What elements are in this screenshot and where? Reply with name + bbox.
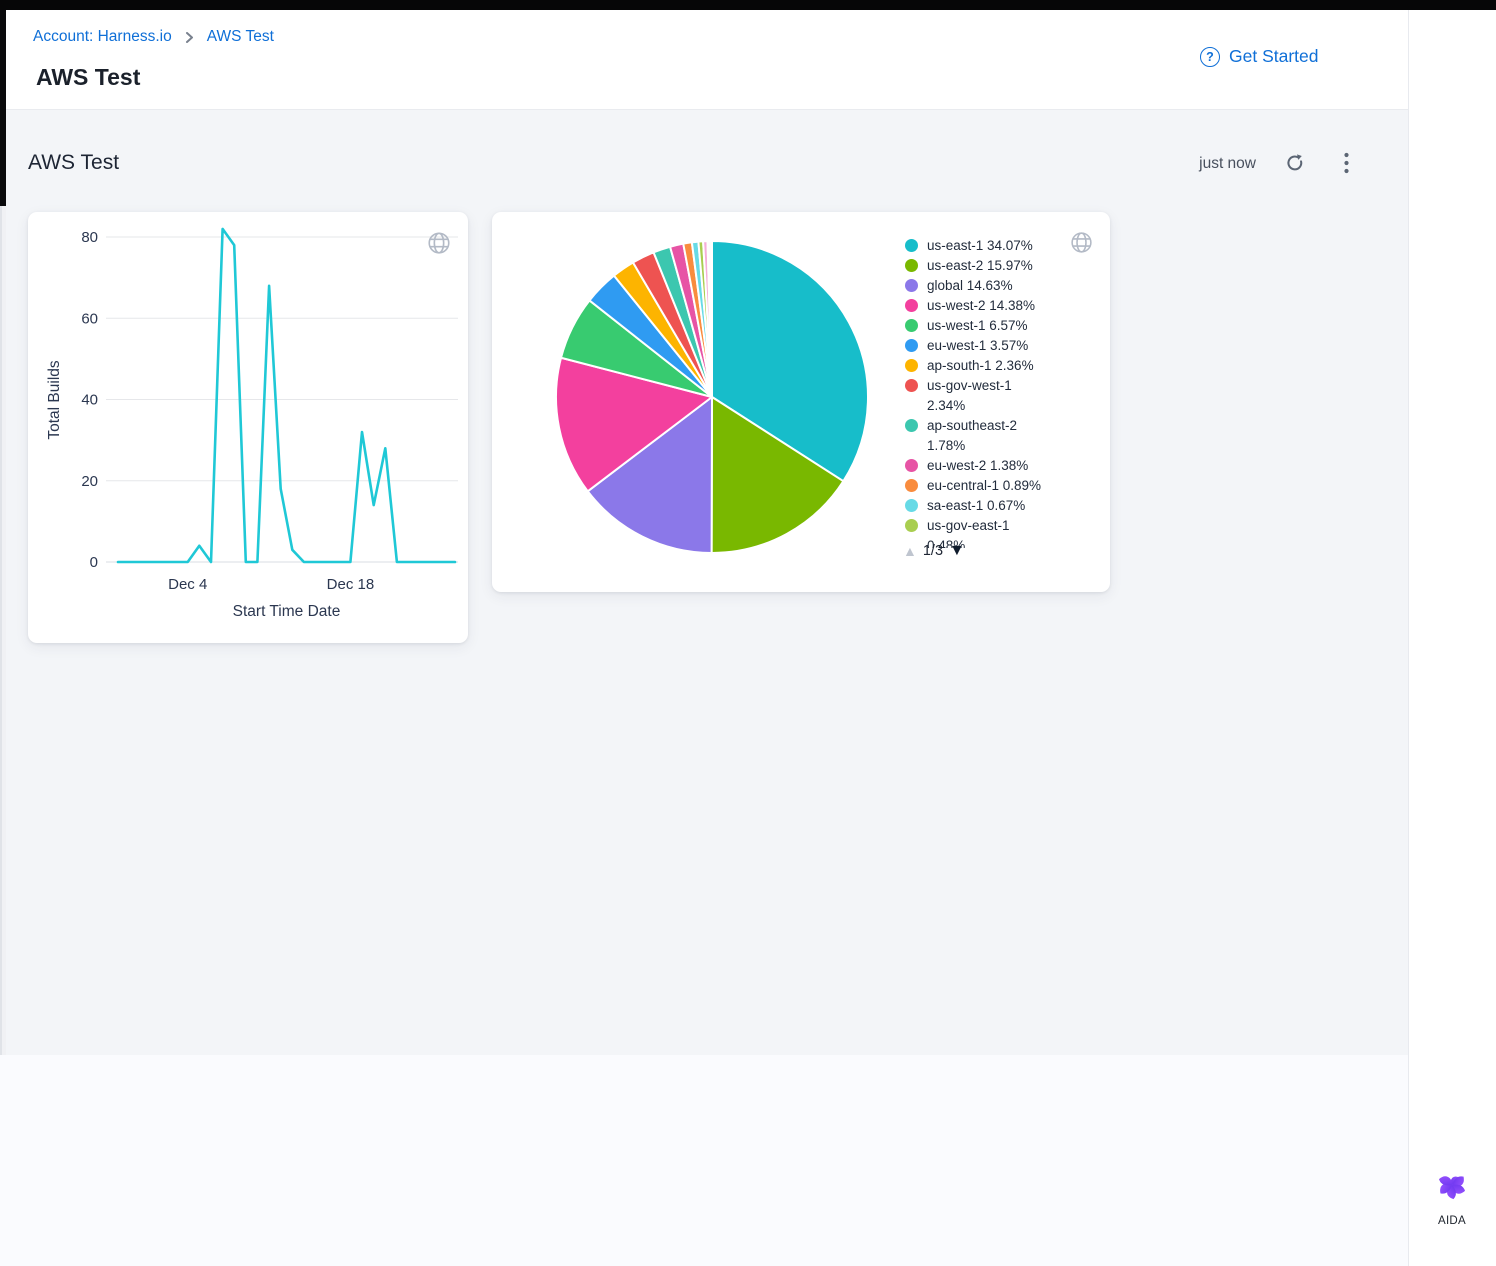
x-tick-label: Dec 4 <box>168 576 207 593</box>
legend-label: eu-west-1 3.57% <box>927 336 1043 356</box>
legend-label: ap-south-1 2.36% <box>927 356 1043 376</box>
canvas-bottom-area <box>0 1055 1408 1266</box>
dashboard-title: AWS Test <box>28 151 119 175</box>
legend-swatch <box>905 339 918 352</box>
legend-item-eu-west-1[interactable]: eu-west-1 3.57% <box>905 336 1045 356</box>
y-tick-label: 0 <box>90 554 98 571</box>
aida-launcher[interactable]: AIDA <box>1408 1166 1496 1227</box>
legend-item-us-gov-west-1[interactable]: us-gov-west-1 2.34% <box>905 376 1045 416</box>
aida-flower-icon <box>1433 1166 1471 1209</box>
legend-swatch <box>905 359 918 372</box>
breadcrumb-current-link[interactable]: AWS Test <box>207 28 274 46</box>
legend-swatch <box>905 519 918 532</box>
legend-swatch <box>905 499 918 512</box>
legend-pagination: ▲ 1/3 ▼ <box>903 542 965 560</box>
total-builds-line-chart[interactable]: 0 20 40 60 80 Dec 4 Dec 18 Start Time Date Total… <box>28 212 468 643</box>
y-tick-label: 20 <box>81 473 98 490</box>
globe-icon[interactable] <box>426 230 452 261</box>
legend-item-us-west-1[interactable]: us-west-1 6.57% <box>905 316 1045 336</box>
legend-swatch <box>905 259 918 272</box>
legend-page-label: 1/3 <box>923 543 943 559</box>
legend-swatch <box>905 239 918 252</box>
legend-label: ap-southeast-2 1.78% <box>927 416 1043 456</box>
legend-label: us-west-1 6.57% <box>927 316 1043 336</box>
legend-item-sa-east-1[interactable]: sa-east-1 0.67% <box>905 496 1045 516</box>
page-title: AWS Test <box>36 64 140 91</box>
legend-page-down-icon[interactable]: ▼ <box>949 542 965 560</box>
browser-top-bar <box>0 0 1496 10</box>
left-edge-divider <box>0 206 2 1055</box>
legend-item-global[interactable]: global 14.63% <box>905 276 1045 296</box>
refresh-button[interactable] <box>1283 152 1307 176</box>
legend-swatch <box>905 459 918 472</box>
chevron-right-icon <box>184 32 195 43</box>
x-axis-title: Start Time Date <box>233 603 341 620</box>
y-axis-title: Total Builds <box>46 360 63 440</box>
breadcrumb-account-link[interactable]: Account: Harness.io <box>33 28 172 46</box>
globe-icon[interactable] <box>1069 230 1094 260</box>
legend-label: us-gov-west-1 2.34% <box>927 376 1043 416</box>
legend-item-us-east-2[interactable]: us-east-2 15.97% <box>905 256 1045 276</box>
kebab-menu-icon <box>1344 152 1349 177</box>
legend-swatch <box>905 279 918 292</box>
legend-label: us-west-2 14.38% <box>927 296 1043 316</box>
dashboard-menu-button[interactable] <box>1334 152 1358 176</box>
legend-swatch <box>905 419 918 432</box>
legend-page-up-icon[interactable]: ▲ <box>903 543 917 559</box>
dashboard-controls: just now <box>1199 152 1358 176</box>
legend-item-ap-south-1[interactable]: ap-south-1 2.36% <box>905 356 1045 376</box>
help-circle-icon: ? <box>1200 47 1220 67</box>
y-tick-label: 60 <box>81 310 98 327</box>
get-started-link[interactable]: ? Get Started <box>1200 46 1319 67</box>
legend-item-eu-west-2[interactable]: eu-west-2 1.38% <box>905 456 1045 476</box>
right-rail <box>1408 10 1496 1266</box>
legend-item-eu-central-1[interactable]: eu-central-1 0.89% <box>905 476 1045 496</box>
breadcrumb: Account: Harness.io AWS Test <box>33 28 274 46</box>
legend-label: us-east-1 34.07% <box>927 236 1043 256</box>
y-tick-label: 40 <box>81 392 98 409</box>
legend-item-us-west-2[interactable]: us-west-2 14.38% <box>905 296 1045 316</box>
last-refreshed-label: just now <box>1199 155 1256 173</box>
legend-label: eu-west-2 1.38% <box>927 456 1043 476</box>
legend-swatch <box>905 299 918 312</box>
aida-label: AIDA <box>1438 1215 1466 1227</box>
total-builds-tile: 0 20 40 60 80 Dec 4 Dec 18 Start Time Date Total… <box>28 212 468 643</box>
y-tick-label: 80 <box>81 229 98 246</box>
page-header <box>6 10 1408 110</box>
legend-label: global 14.63% <box>927 276 1043 296</box>
builds-by-region-tile: us-east-1 34.07%us-east-2 15.97%global 1… <box>492 212 1110 592</box>
pie-legend: us-east-1 34.07%us-east-2 15.97%global 1… <box>905 236 1045 548</box>
legend-label: eu-central-1 0.89% <box>927 476 1043 496</box>
legend-label: sa-east-1 0.67% <box>927 496 1043 516</box>
legend-swatch <box>905 379 918 392</box>
get-started-label: Get Started <box>1229 46 1319 67</box>
total-builds-series <box>118 229 455 562</box>
legend-item-us-east-1[interactable]: us-east-1 34.07% <box>905 236 1045 256</box>
refresh-icon <box>1284 152 1306 177</box>
legend-label: us-east-2 15.97% <box>927 256 1043 276</box>
x-tick-label: Dec 18 <box>327 576 375 593</box>
legend-swatch <box>905 319 918 332</box>
legend-swatch <box>905 479 918 492</box>
legend-item-ap-southeast-2[interactable]: ap-southeast-2 1.78% <box>905 416 1045 456</box>
